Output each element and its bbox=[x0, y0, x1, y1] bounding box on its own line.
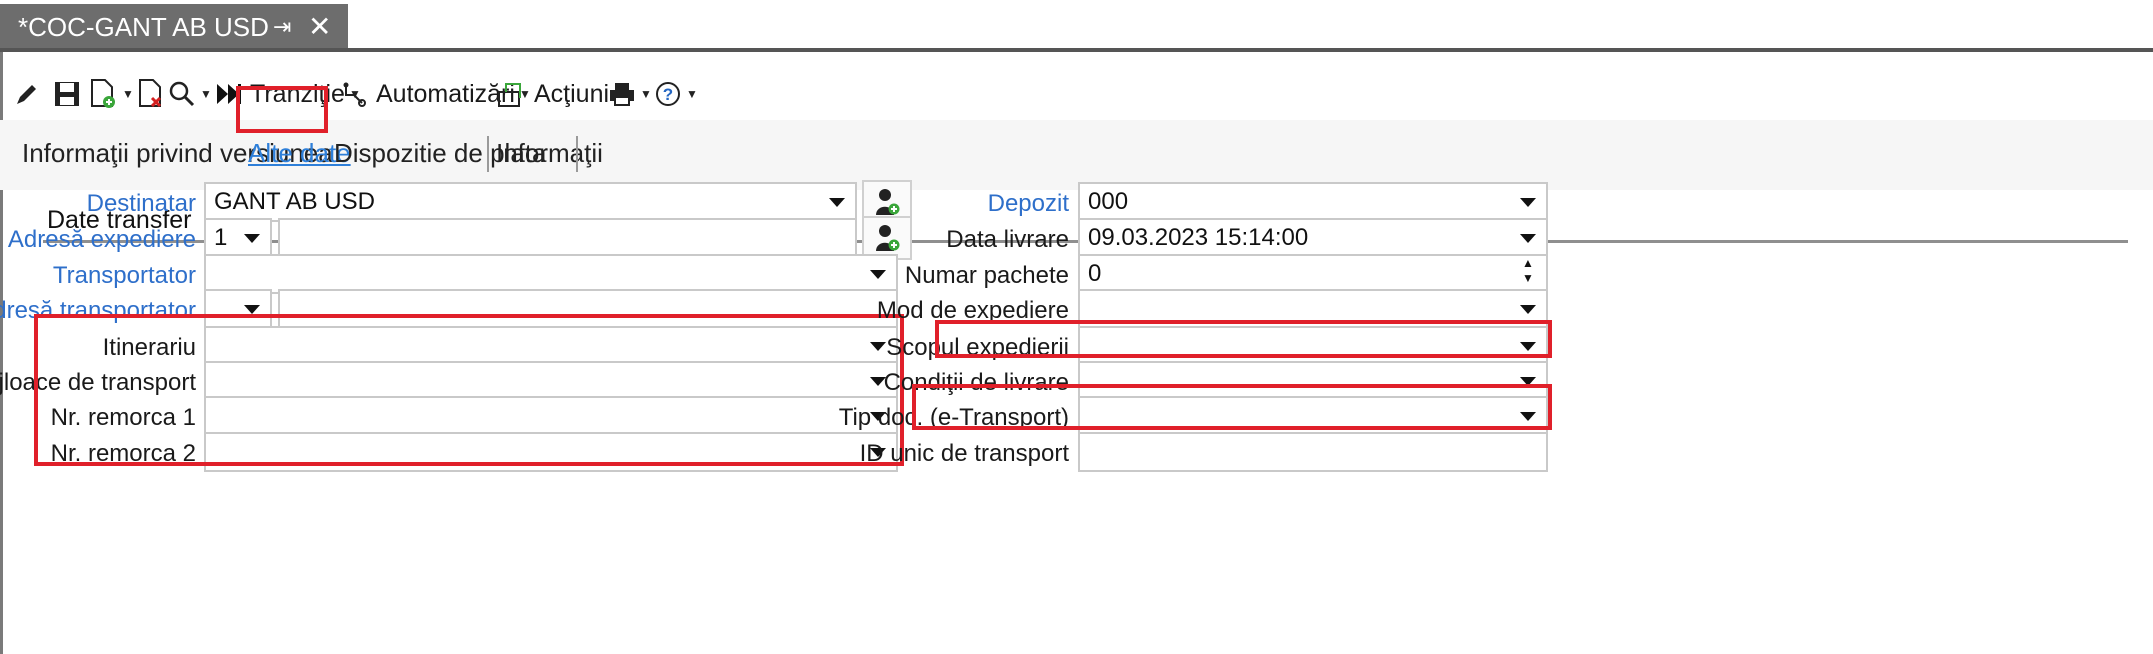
close-icon[interactable]: ✕ bbox=[308, 10, 331, 43]
tab-informatii[interactable]: Informaţii bbox=[496, 138, 603, 169]
mod-expediere-label: Mod de expediere bbox=[876, 297, 1069, 324]
conditii-livrare-label: Condiţii de livrare bbox=[883, 369, 1069, 396]
help-button[interactable]: ? ▼ bbox=[654, 72, 698, 116]
tab-strip: *COC-GANT AB USD ⇥ ✕ bbox=[0, 0, 2153, 50]
adresa-transportator-detail[interactable] bbox=[278, 289, 898, 329]
new-document-button[interactable]: ▼ bbox=[88, 72, 134, 116]
print-button[interactable]: ▼ bbox=[608, 72, 652, 116]
data-livrare-value: 09.03.2023 15:14:00 bbox=[1088, 224, 1309, 251]
adresa-expediere-label: Adresă expediere bbox=[7, 226, 196, 253]
adresa-expediere-detail[interactable] bbox=[278, 218, 857, 258]
adresa-expediere-value: 1 bbox=[214, 224, 228, 251]
remorca1-label: Nr. remorca 1 bbox=[50, 404, 196, 431]
mijloace-select[interactable] bbox=[204, 361, 898, 401]
fast-forward-icon bbox=[217, 84, 241, 104]
id-unic-input[interactable] bbox=[1078, 432, 1548, 472]
itinerariu-select[interactable] bbox=[204, 326, 898, 366]
pencil-icon bbox=[17, 85, 36, 104]
remorca2-label: Nr. remorca 2 bbox=[50, 440, 196, 467]
transportator-label: Transportator bbox=[52, 262, 196, 289]
chevron-down-icon[interactable] bbox=[860, 256, 896, 292]
actiuni-label: Acţiuni bbox=[534, 79, 610, 108]
data-livrare-picker[interactable]: 09.03.2023 15:14:00 bbox=[1078, 218, 1548, 258]
depozit-label: Depozit bbox=[987, 190, 1069, 217]
chevron-down-icon[interactable] bbox=[234, 220, 270, 256]
save-icon bbox=[55, 82, 79, 106]
destinatar-select[interactable]: GANT AB USD bbox=[204, 182, 857, 222]
chevron-down-icon[interactable] bbox=[1510, 291, 1546, 327]
adresa-expediere-select[interactable]: 1 bbox=[204, 218, 272, 258]
mijloace-label: Mijloace de transport bbox=[0, 369, 196, 396]
remorca2-select[interactable] bbox=[204, 432, 898, 472]
save-button[interactable] bbox=[52, 72, 82, 116]
automatizari-label: Automatizări bbox=[376, 79, 515, 108]
adresa-transportator-select[interactable] bbox=[204, 289, 272, 329]
scopul-expedierii-label: Scopul expedierii bbox=[886, 334, 1069, 361]
chevron-down-icon[interactable] bbox=[1510, 363, 1546, 399]
tip-doc-select[interactable] bbox=[1078, 396, 1548, 436]
delete-document-icon bbox=[139, 79, 162, 108]
search-button[interactable]: ▼ bbox=[168, 72, 212, 116]
scopul-expedierii-select[interactable] bbox=[1078, 326, 1548, 366]
destinatar-label: Destinatar bbox=[86, 190, 196, 217]
edit-button[interactable] bbox=[14, 72, 40, 116]
chevron-down-icon[interactable] bbox=[1510, 220, 1546, 256]
delete-document-button[interactable] bbox=[136, 72, 166, 116]
transportator-select[interactable] bbox=[204, 254, 898, 294]
pin-icon[interactable]: ⇥ bbox=[273, 14, 291, 40]
document-tab[interactable]: *COC-GANT AB USD ⇥ ✕ bbox=[0, 4, 348, 50]
subnav-tabs: Informaţii privind versiunea Alte date D… bbox=[0, 120, 2153, 190]
depozit-select[interactable]: 000 bbox=[1078, 182, 1548, 222]
search-icon bbox=[169, 81, 195, 107]
id-unic-label: ID unic de transport bbox=[859, 440, 1069, 467]
data-livrare-label: Data livrare bbox=[946, 226, 1069, 253]
add-user-icon bbox=[876, 189, 900, 215]
mod-expediere-select[interactable] bbox=[1078, 289, 1548, 329]
tranzitie-button[interactable]: Tranziţie ▼ bbox=[216, 72, 361, 116]
remorca1-select[interactable] bbox=[204, 396, 898, 436]
add-user-icon bbox=[876, 225, 900, 251]
automation-icon bbox=[343, 82, 366, 107]
chevron-down-icon[interactable] bbox=[1510, 398, 1546, 434]
destinatar-value: GANT AB USD bbox=[214, 188, 375, 215]
tip-doc-label: Tip doc. (e-Transport) bbox=[838, 404, 1069, 431]
chevron-down-icon[interactable] bbox=[234, 291, 270, 327]
print-icon bbox=[610, 83, 634, 106]
svg-text:?: ? bbox=[663, 85, 673, 104]
tab-separator bbox=[487, 136, 489, 172]
spinner-arrows-icon[interactable]: ▲ ▼ bbox=[1510, 256, 1546, 292]
actiuni-button[interactable]: Acţiuni ▼ bbox=[496, 72, 625, 116]
numar-pachete-value: 0 bbox=[1088, 260, 1102, 287]
adresa-transportator-label: Adresă transportator bbox=[0, 297, 196, 324]
tab-separator bbox=[576, 136, 578, 172]
numar-pachete-label: Numar pachete bbox=[904, 262, 1069, 289]
chevron-down-icon[interactable] bbox=[1510, 184, 1546, 220]
itinerariu-label: Itinerariu bbox=[102, 334, 196, 361]
chevron-down-icon[interactable] bbox=[819, 184, 855, 220]
form-window: *COC-GANT AB USD ⇥ ✕ ▼ ▼ Tranziţie ▼ Aut… bbox=[0, 0, 2153, 654]
tab-title: *COC-GANT AB USD bbox=[18, 11, 269, 42]
conditii-livrare-select[interactable] bbox=[1078, 361, 1548, 401]
chevron-down-icon[interactable] bbox=[1510, 328, 1546, 364]
help-icon: ? bbox=[656, 82, 680, 106]
new-document-icon bbox=[91, 79, 115, 108]
tab-underline bbox=[0, 48, 2153, 52]
depozit-value: 000 bbox=[1088, 188, 1129, 215]
actions-icon bbox=[498, 83, 521, 107]
numar-pachete-stepper[interactable]: 0 ▲ ▼ bbox=[1078, 254, 1548, 294]
tranzitie-label: Tranziţie bbox=[250, 79, 345, 108]
